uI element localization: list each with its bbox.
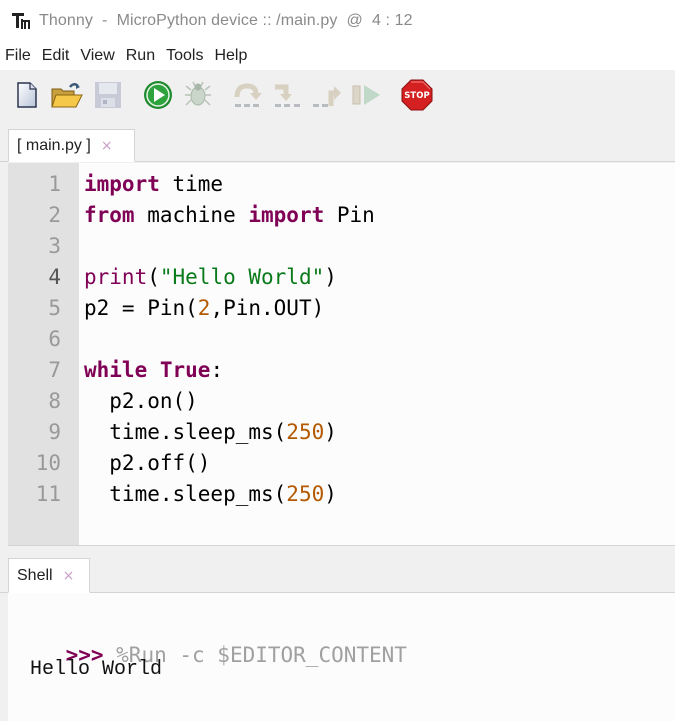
token: machine	[134, 203, 249, 227]
code-editor[interactable]: 1 import time 2 from machine import Pin 3 4 pr…	[8, 163, 675, 546]
menu-file[interactable]: File	[5, 47, 31, 65]
code-text: from machine import Pin	[84, 200, 375, 231]
shell-output: Hello World	[30, 658, 163, 681]
run-icon	[143, 80, 173, 115]
title-bar: Thonny - MicroPython device :: /main.py …	[0, 0, 675, 42]
code-line[interactable]: 10 p2.off()	[8, 448, 668, 479]
code-line[interactable]: 5 p2 = Pin(2,Pin.OUT)	[8, 293, 668, 324]
step-into-button[interactable]	[272, 82, 302, 112]
menu-run[interactable]: Run	[126, 47, 155, 65]
code-line[interactable]: 7 while True:	[8, 355, 668, 386]
code-text: print("Hello World")	[84, 262, 337, 293]
tab-shell[interactable]: Shell ×	[8, 558, 90, 593]
code-line[interactable]: 2 from machine import Pin	[8, 200, 668, 231]
run-button[interactable]	[143, 80, 173, 115]
step-out-icon	[312, 80, 342, 115]
code-line[interactable]: 4 print("Hello World")	[8, 262, 668, 293]
save-disk-icon	[94, 81, 122, 114]
close-icon[interactable]: ×	[63, 568, 75, 584]
code-line[interactable]: 8 p2.on()	[8, 386, 668, 417]
line-number: 5	[48, 296, 61, 320]
token: Pin	[324, 203, 375, 227]
code-line[interactable]: 1 import time	[8, 169, 668, 200]
token-builtin: print	[84, 265, 148, 289]
token: (	[147, 265, 160, 289]
menu-tools[interactable]: Tools	[166, 47, 203, 65]
line-number: 8	[48, 389, 61, 413]
token-num: 250	[286, 482, 325, 506]
bug-icon	[183, 80, 213, 115]
toolbar: STOP	[0, 70, 675, 124]
line-number: 3	[48, 234, 61, 258]
open-file-button[interactable]	[50, 81, 84, 114]
token: )	[324, 265, 337, 289]
step-over-icon	[232, 80, 262, 115]
tab-main-py[interactable]: [ main.py ] ×	[8, 129, 135, 162]
debug-button[interactable]	[183, 80, 213, 115]
line-number: 10	[35, 451, 61, 475]
token: time.sleep_ms(	[84, 482, 287, 506]
code-line[interactable]: 11 time.sleep_ms(250)	[8, 479, 668, 510]
token-num: 2	[197, 296, 211, 320]
step-out-button[interactable]	[312, 82, 342, 112]
token: p2.off()	[84, 451, 211, 475]
token-kw: import	[84, 172, 160, 196]
line-number: 11	[35, 482, 61, 506]
thonny-logo-icon	[11, 10, 33, 32]
code-text: p2 = Pin(2,Pin.OUT)	[84, 293, 324, 324]
menu-help[interactable]: Help	[214, 47, 247, 65]
code-text: time.sleep_ms(250)	[84, 417, 337, 448]
resume-button[interactable]	[352, 82, 382, 112]
editor-tab-bar: [ main.py ] ×	[0, 124, 675, 162]
line-number: 9	[48, 420, 61, 444]
step-over-button[interactable]	[232, 82, 262, 112]
line-number: 1	[48, 172, 61, 196]
token-kw: while	[84, 358, 148, 382]
token: ,Pin.OUT)	[210, 296, 325, 320]
code-text: while True:	[84, 355, 223, 386]
tab-label: Shell	[17, 566, 53, 584]
token: p2.on()	[84, 389, 198, 413]
code-text: time.sleep_ms(250)	[84, 479, 337, 510]
shell-panel[interactable]: >>> %Run -c $EDITOR_CONTENT Hello World	[8, 593, 675, 721]
token-kw: import	[248, 203, 325, 227]
stop-icon: STOP	[401, 79, 433, 116]
token: )	[324, 482, 337, 506]
line-number: 7	[48, 358, 61, 382]
close-icon[interactable]: ×	[101, 138, 113, 154]
code-line[interactable]: 6	[8, 324, 668, 355]
menu-view[interactable]: View	[80, 47, 114, 65]
token-num: 250	[286, 420, 325, 444]
tab-label: [ main.py ]	[17, 136, 91, 154]
token: time.sleep_ms(	[84, 420, 287, 444]
code-line[interactable]: 9 time.sleep_ms(250)	[8, 417, 668, 448]
menu-bar: File Edit View Run Tools Help	[0, 42, 675, 70]
token-str: "Hello World"	[159, 265, 325, 289]
code-text: p2.on()	[84, 386, 198, 417]
code-text: p2.off()	[84, 448, 210, 479]
window-title: Thonny - MicroPython device :: /main.py …	[39, 12, 413, 29]
menu-edit[interactable]: Edit	[42, 47, 70, 65]
resume-icon	[351, 80, 383, 115]
stop-button[interactable]: STOP	[401, 79, 433, 112]
code-text: import time	[84, 169, 223, 200]
open-folder-icon	[50, 81, 84, 114]
line-number: 4	[48, 265, 61, 289]
token: :	[210, 358, 224, 382]
token: p2 = Pin(	[84, 296, 198, 320]
line-number: 2	[48, 203, 61, 227]
token-kw: True	[159, 358, 211, 382]
shell-tab-bar: Shell ×	[0, 547, 675, 593]
stop-label: STOP	[404, 91, 429, 101]
token: time	[159, 172, 224, 196]
token-kw: from	[84, 203, 135, 227]
step-into-icon	[272, 80, 302, 115]
token: )	[324, 420, 337, 444]
new-file-icon	[15, 81, 39, 114]
code-line[interactable]: 3	[8, 231, 668, 262]
line-number: 6	[48, 327, 61, 351]
save-file-button[interactable]	[93, 81, 123, 114]
new-file-button[interactable]	[12, 81, 42, 114]
